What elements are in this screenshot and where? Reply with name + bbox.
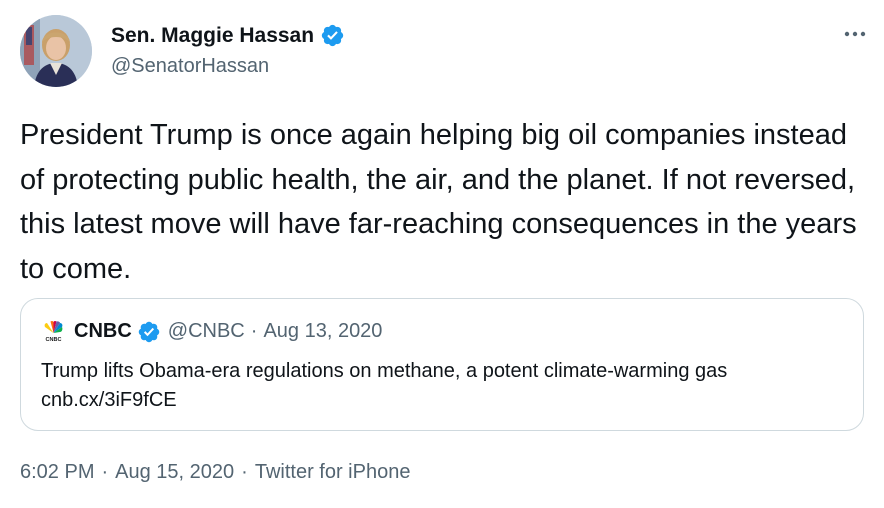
meta-separator: ·: [101, 461, 109, 483]
quoted-verified-badge-icon: [137, 320, 161, 344]
cnbc-peacock-logo: CNBC: [41, 319, 66, 344]
quoted-date: Aug 13, 2020: [263, 320, 383, 342]
quoted-tweet-text: Trump lifts Obama-era regulations on met…: [41, 360, 728, 411]
quoted-display-name: CNBC: [74, 320, 132, 342]
tweet-meta: 6:02 PM · Aug 15, 2020 · Twitter for iPh…: [20, 461, 410, 484]
tweet-source-link[interactable]: Twitter for iPhone: [255, 461, 411, 484]
tweet-date-link[interactable]: Aug 15, 2020: [115, 461, 234, 484]
tweet-text: President Trump is once again helping bi…: [20, 119, 857, 285]
quoted-separator: ·: [250, 320, 258, 342]
quoted-handle: @CNBC: [167, 320, 245, 342]
author-name-row: Sen. Maggie Hassan: [111, 23, 345, 48]
avatar-photo: [20, 15, 92, 87]
quoted-tweet-header: CNBC CNBC @CNBC · Aug 13, 2020: [41, 319, 382, 344]
verified-badge-icon: [320, 23, 345, 48]
more-options-icon[interactable]: [840, 24, 870, 44]
meta-separator: ·: [241, 461, 248, 483]
tweet-time-link[interactable]: 6:02 PM: [20, 461, 94, 484]
quoted-tweet[interactable]: CNBC CNBC @CNBC · Aug 13, 2020 Trump lif…: [20, 298, 864, 431]
tweet-card: Sen. Maggie Hassan @SenatorHassan Presid…: [0, 0, 884, 508]
avatar[interactable]: [20, 15, 92, 87]
author-handle[interactable]: @SenatorHassan: [111, 55, 269, 78]
svg-text:CNBC: CNBC: [46, 337, 62, 343]
author-display-name[interactable]: Sen. Maggie Hassan: [111, 24, 314, 48]
